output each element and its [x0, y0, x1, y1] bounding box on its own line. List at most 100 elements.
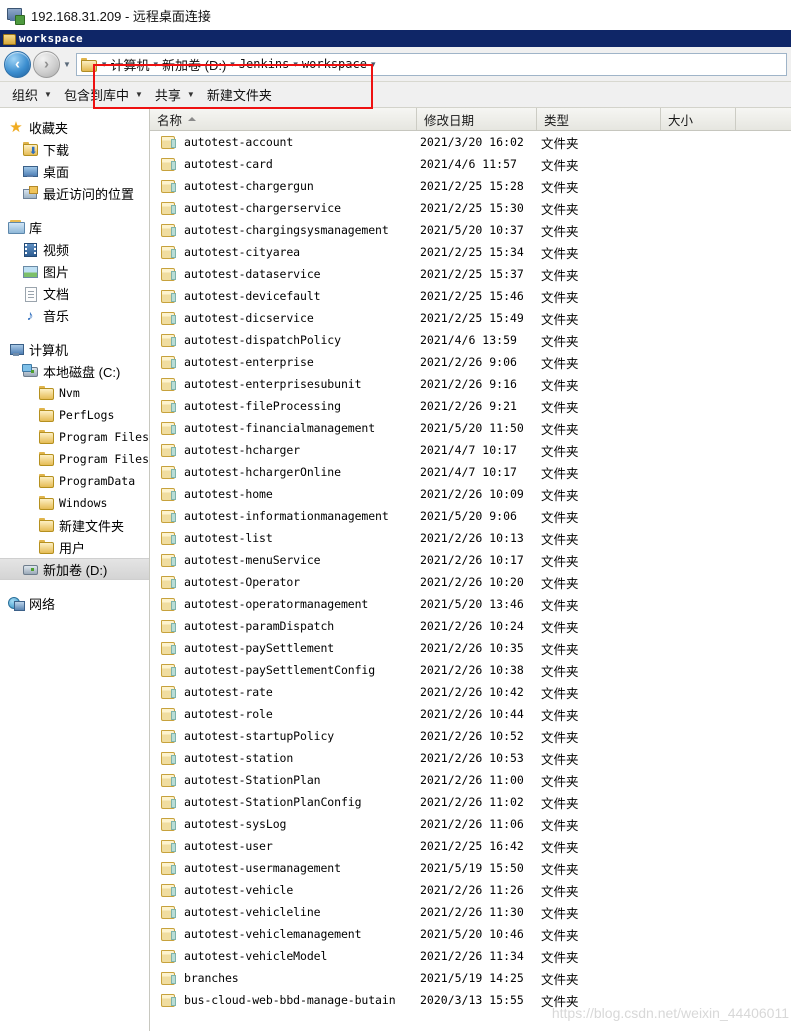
table-row[interactable]: autotest-usermanagement 2021/5/19 15:50 文件…: [150, 857, 791, 879]
table-row[interactable]: autotest-chargingsysmanagement 2021/5/20 …: [150, 219, 791, 241]
table-row[interactable]: autotest-paySettlementConfig 2021/2/26 10…: [150, 659, 791, 681]
table-row[interactable]: autotest-informationmanagement 2021/5/20 …: [150, 505, 791, 527]
tree-item-[interactable]: 桌面: [0, 160, 149, 182]
tree-item-d[interactable]: 新加卷 (D:): [0, 558, 149, 580]
tree-item-[interactable]: ⬇ 下载: [0, 138, 149, 160]
table-row[interactable]: autotest-home 2021/2/26 10:09 文件夹: [150, 483, 791, 505]
table-row[interactable]: autotest-vehiclemanagement 2021/5/20 10:4…: [150, 923, 791, 945]
tree-item-[interactable]: 视频: [0, 238, 149, 260]
file-name-label: autotest-rate: [184, 685, 273, 699]
table-row[interactable]: autotest-rate 2021/2/26 10:42 文件夹: [150, 681, 791, 703]
breadcrumb-item-1[interactable]: 新加卷 (D:): [162, 55, 226, 74]
folder-icon: [38, 539, 54, 555]
table-row[interactable]: autotest-dispatchPolicy 2021/4/6 13:59 文件夹: [150, 329, 791, 351]
file-type-cell: 文件夹: [541, 950, 579, 965]
table-row[interactable]: autotest-paramDispatch 2021/2/26 10:24 文件夹: [150, 615, 791, 637]
tree-item-[interactable]: 计算机: [0, 338, 149, 360]
file-name-label: branches: [184, 971, 239, 985]
tree-item-[interactable]: 文档: [0, 282, 149, 304]
breadcrumb-item-2[interactable]: Jenkins: [239, 57, 290, 71]
tree-item-program-files-x[interactable]: Program Files (x: [0, 448, 149, 470]
table-row[interactable]: autotest-startupPolicy 2021/2/26 10:52 文件夹: [150, 725, 791, 747]
table-row[interactable]: autotest-fileProcessing 2021/2/26 9:21 文件夹: [150, 395, 791, 417]
table-row[interactable]: autotest-sysLog 2021/2/26 11:06 文件夹: [150, 813, 791, 835]
table-row[interactable]: autotest-paySettlement 2021/2/26 10:35 文件夹: [150, 637, 791, 659]
folder-icon: [160, 575, 176, 589]
tree-item-windows[interactable]: Windows: [0, 492, 149, 514]
table-row[interactable]: autotest-list 2021/2/26 10:13 文件夹: [150, 527, 791, 549]
breadcrumb-separator[interactable]: ▾: [149, 59, 162, 70]
file-name-label: autotest-enterprise: [184, 355, 314, 369]
table-row[interactable]: autotest-hcharger 2021/4/7 10:17 文件夹: [150, 439, 791, 461]
breadcrumb-separator[interactable]: ▾: [289, 59, 302, 70]
table-row[interactable]: autotest-dataservice 2021/2/25 15:37 文件夹: [150, 263, 791, 285]
table-row[interactable]: autotest-station 2021/2/26 10:53 文件夹: [150, 747, 791, 769]
tree-item-perflogs[interactable]: PerfLogs: [0, 404, 149, 426]
breadcrumb-item-0[interactable]: 计算机: [110, 55, 149, 74]
table-row[interactable]: branches 2021/5/19 14:25 文件夹: [150, 967, 791, 989]
back-arrow-icon[interactable]: ‹: [4, 50, 31, 78]
breadcrumb-separator[interactable]: ▾: [98, 59, 111, 70]
music-icon: ♪: [26, 306, 34, 323]
table-row[interactable]: autotest-cityarea 2021/2/25 15:34 文件夹: [150, 241, 791, 263]
tree-item-c[interactable]: 本地磁盘 (C:): [0, 360, 149, 382]
address-bar[interactable]: ▾ 计算机 ▾ 新加卷 (D:) ▾ Jenkins ▾ workspace ▾: [75, 52, 787, 76]
tree-item-[interactable]: 图片: [0, 260, 149, 282]
table-row[interactable]: autotest-enterprise 2021/2/26 9:06 文件夹: [150, 351, 791, 373]
tree-item-[interactable]: ♪ 音乐: [0, 304, 149, 326]
column-header-date[interactable]: 修改日期: [417, 108, 537, 130]
toolbar-item-new-folder[interactable]: 新建文件夹: [203, 83, 280, 106]
column-header-type[interactable]: 类型: [537, 108, 661, 130]
table-row[interactable]: autotest-user 2021/2/25 16:42 文件夹: [150, 835, 791, 857]
table-row[interactable]: autotest-enterprisesubunit 2021/2/26 9:16…: [150, 373, 791, 395]
file-name-cell: autotest-menuService: [150, 553, 417, 567]
table-row[interactable]: autotest-financialmanagement 2021/5/20 11…: [150, 417, 791, 439]
table-row[interactable]: autotest-hchargerOnline 2021/4/7 10:17 文件夹: [150, 461, 791, 483]
table-row[interactable]: autotest-dicservice 2021/2/25 15:49 文件夹: [150, 307, 791, 329]
table-row[interactable]: autotest-vehicleline 2021/2/26 11:30 文件夹: [150, 901, 791, 923]
tree-item-nvm[interactable]: Nvm: [0, 382, 149, 404]
computer-icon: [8, 342, 24, 357]
breadcrumb-separator[interactable]: ▾: [367, 59, 380, 70]
toolbar-item-share[interactable]: 共享 ▼: [151, 83, 203, 106]
table-row[interactable]: autotest-chargerservice 2021/2/25 15:30 文件…: [150, 197, 791, 219]
table-row[interactable]: autotest-card 2021/4/6 11:57 文件夹: [150, 153, 791, 175]
table-row[interactable]: autotest-StationPlanConfig 2021/2/26 11:0…: [150, 791, 791, 813]
forward-arrow-icon[interactable]: ›: [33, 50, 60, 78]
table-row[interactable]: autotest-vehicleModel 2021/2/26 11:34 文件夹: [150, 945, 791, 967]
tree-item-[interactable]: 最近访问的位置: [0, 182, 149, 204]
table-row[interactable]: autotest-operatormanagement 2021/5/20 13:…: [150, 593, 791, 615]
table-row[interactable]: bus-cloud-web-bbd-manage-butain 2020/3/13…: [150, 989, 791, 1011]
breadcrumb-separator[interactable]: ▾: [226, 59, 239, 70]
file-type-cell: 文件夹: [541, 400, 579, 415]
table-row[interactable]: autotest-StationPlan 2021/2/26 11:00 文件夹: [150, 769, 791, 791]
tree-item-label: 用户: [59, 540, 86, 556]
toolbar-item-include-in-library[interactable]: 包含到库中 ▼: [60, 83, 151, 106]
table-row[interactable]: autotest-vehicle 2021/2/26 11:26 文件夹: [150, 879, 791, 901]
tree-item-[interactable]: 库: [0, 216, 149, 238]
tree-item-[interactable]: 网络: [0, 592, 149, 614]
table-row[interactable]: autotest-Operator 2021/2/26 10:20 文件夹: [150, 571, 791, 593]
tree-item-program-files[interactable]: Program Files: [0, 426, 149, 448]
navigation-tree[interactable]: ★ 收藏夹 ⬇ 下载 桌面最近访问的位置库视频 图片 文档 ♪ 音乐计算机 本地磁盘 (C:) Nv…: [0, 108, 150, 1031]
table-row[interactable]: autotest-menuService 2021/2/26 10:17 文件夹: [150, 549, 791, 571]
tree-item-programdata[interactable]: ProgramData: [0, 470, 149, 492]
table-row[interactable]: autotest-chargergun 2021/2/25 15:28 文件夹: [150, 175, 791, 197]
tree-item-[interactable]: 用户: [0, 536, 149, 558]
folder-icon: [38, 429, 54, 445]
table-row[interactable]: autotest-account 2021/3/20 16:02 文件夹: [150, 131, 791, 153]
table-row[interactable]: autotest-devicefault 2021/2/25 15:46 文件夹: [150, 285, 791, 307]
column-header-name[interactable]: 名称: [150, 108, 417, 130]
breadcrumb-item-3[interactable]: workspace: [302, 57, 367, 71]
tree-item-[interactable]: 新建文件夹: [0, 514, 149, 536]
tree-item-[interactable]: ★ 收藏夹: [0, 116, 149, 138]
table-row[interactable]: autotest-role 2021/2/26 10:44 文件夹: [150, 703, 791, 725]
chevron-down-icon[interactable]: ▼: [63, 60, 71, 69]
column-header-size[interactable]: 大小: [661, 108, 736, 130]
file-date-cell: 2021/5/19 14:25: [420, 971, 524, 985]
tree-item-label: 最近访问的位置: [43, 186, 135, 202]
column-header-spacer[interactable]: [736, 108, 791, 130]
file-list-pane[interactable]: 名称 修改日期 类型 大小 autotest-account 2021/3/20 …: [150, 108, 791, 1031]
toolbar-item-organize[interactable]: 组织 ▼: [8, 83, 60, 106]
file-type-cell: 文件夹: [541, 840, 579, 855]
